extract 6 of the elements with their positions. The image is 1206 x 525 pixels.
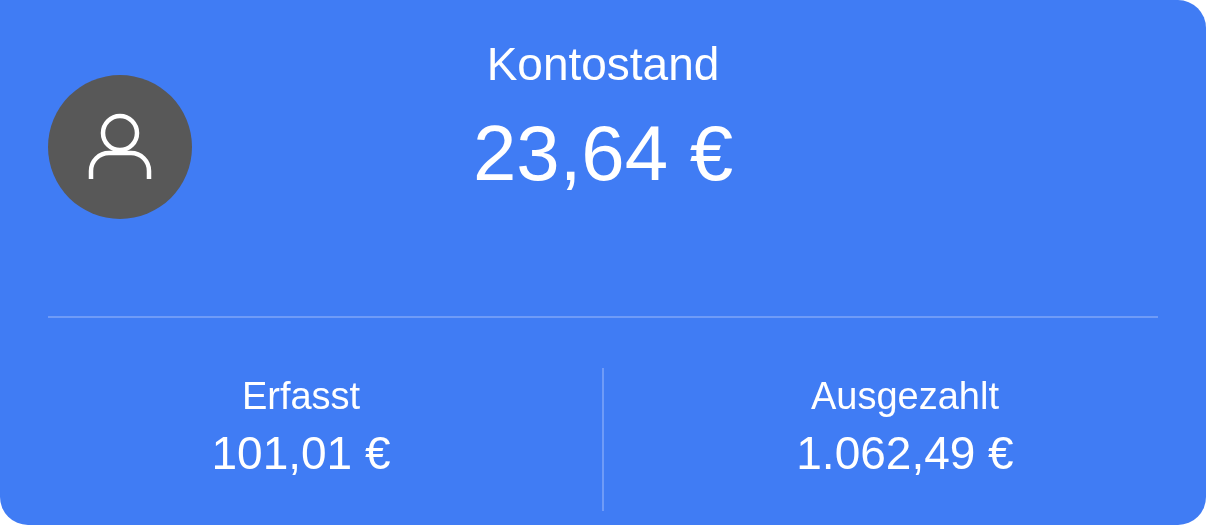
stat-value: 101,01 € xyxy=(211,426,391,481)
stat-label: Ausgezahlt xyxy=(811,374,999,419)
stat-value: 1.062,49 € xyxy=(796,426,1014,481)
balance-amount: 23,64 € xyxy=(472,108,734,198)
stat-label: Erfasst xyxy=(241,374,361,419)
balance-label: Kontostand xyxy=(486,37,720,92)
